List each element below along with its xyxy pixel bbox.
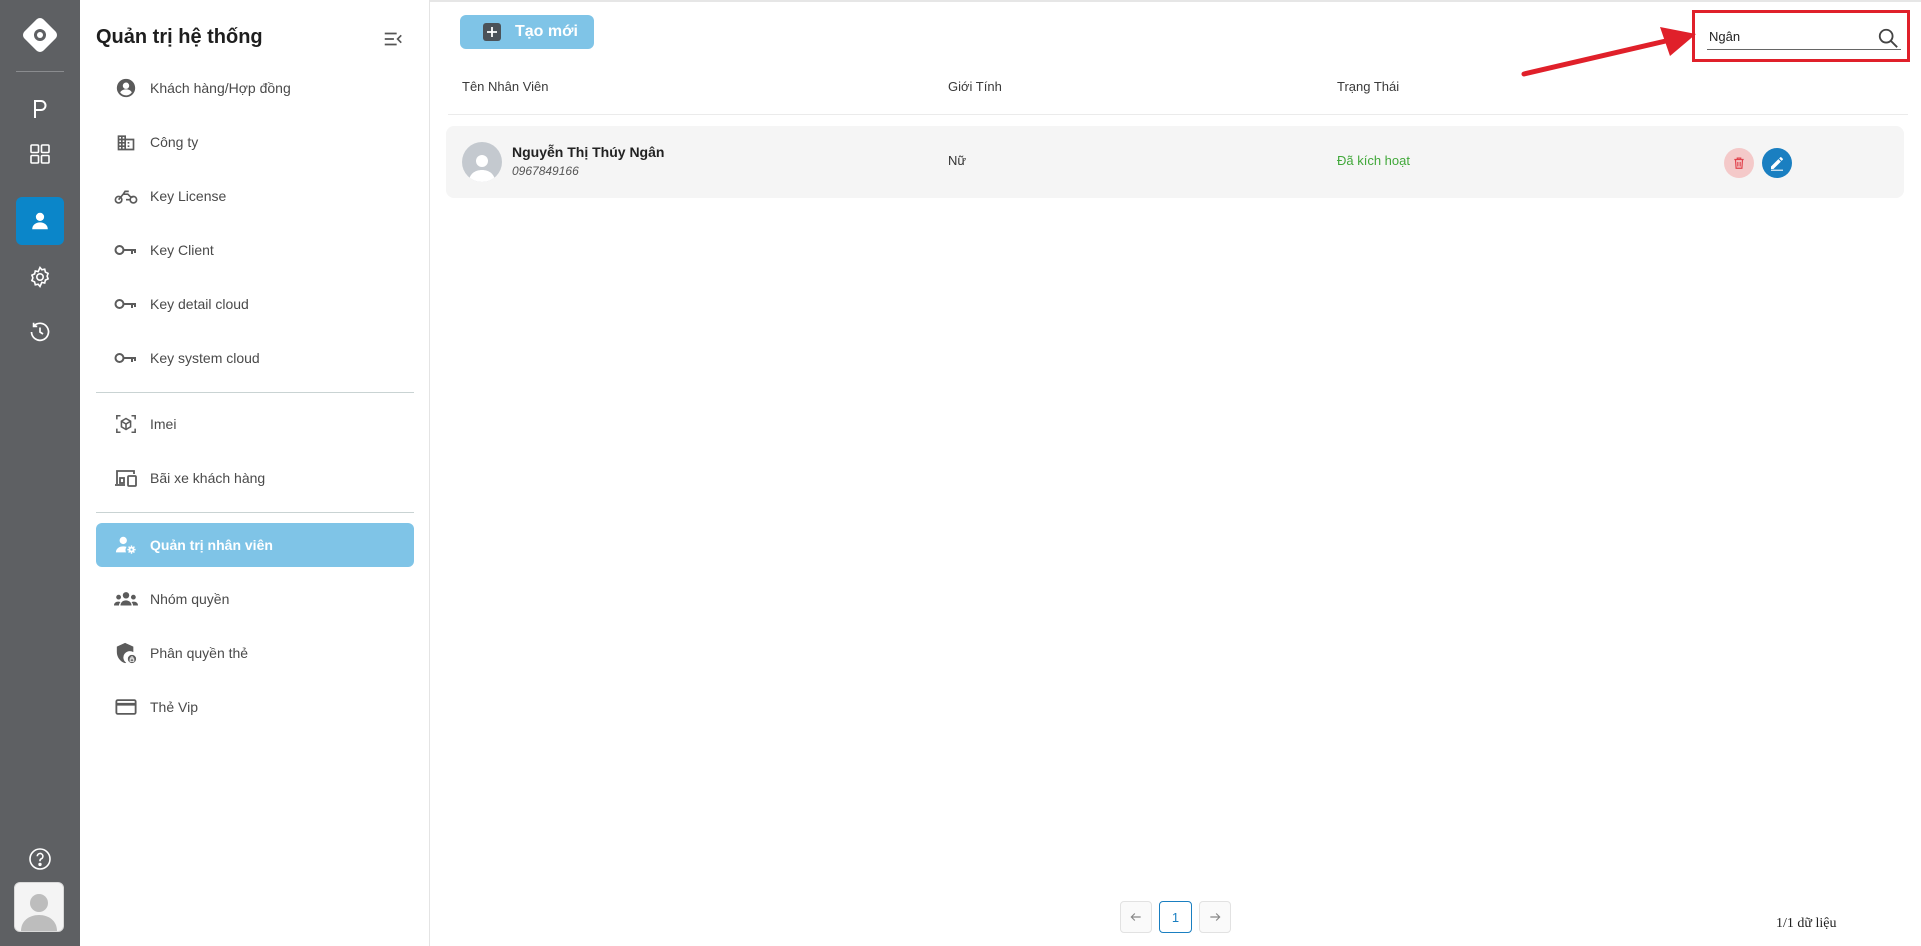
sidebar-item-label: Key Client bbox=[150, 242, 214, 258]
sidebar-item-customers[interactable]: Khách hàng/Hợp đồng bbox=[96, 66, 414, 110]
sidebar-item-label: Bãi xe khách hàng bbox=[150, 470, 266, 486]
icon-rail bbox=[0, 0, 80, 946]
sidebar-item-label: Phân quyền thẻ bbox=[150, 645, 249, 661]
sidebar-item-label: Key detail cloud bbox=[150, 296, 249, 312]
parking-icon[interactable] bbox=[16, 85, 64, 133]
shield-lock-icon bbox=[114, 641, 138, 665]
pencil-icon bbox=[1771, 157, 1783, 171]
sidebar-item-company[interactable]: Công ty bbox=[96, 120, 414, 164]
sidebar-item-label: Nhóm quyền bbox=[150, 591, 230, 607]
sidebar-item-label: Công ty bbox=[150, 134, 199, 150]
user-gear-icon bbox=[114, 533, 138, 557]
dashboard-grid-icon[interactable] bbox=[16, 130, 64, 178]
sidebar-item-label: Key License bbox=[150, 188, 227, 204]
column-header-name: Tên Nhân Viên bbox=[462, 79, 549, 94]
user-avatar[interactable] bbox=[14, 882, 64, 932]
sidebar-item-key-system-cloud[interactable]: Key system cloud bbox=[96, 336, 414, 380]
sidebar-item-label: Imei bbox=[150, 416, 177, 432]
history-icon[interactable] bbox=[16, 308, 64, 356]
search-icon[interactable] bbox=[1877, 27, 1899, 49]
plus-icon bbox=[483, 23, 501, 41]
devices-icon bbox=[114, 466, 138, 490]
search-highlight-box bbox=[1692, 10, 1910, 62]
table-row[interactable]: Nguyễn Thị Thúy Ngân 0967849166 Nữ Đã kí… bbox=[446, 126, 1904, 198]
sidebar-item-key-client[interactable]: Key Client bbox=[96, 228, 414, 272]
account-circle-icon bbox=[114, 76, 138, 100]
employee-name: Nguyễn Thị Thúy Ngân bbox=[512, 144, 665, 160]
settings-icon[interactable] bbox=[16, 253, 64, 301]
sidebar: Quản trị hệ thống Khách hàng/Hợp đồng Cô… bbox=[80, 0, 430, 946]
trash-icon bbox=[1734, 157, 1744, 169]
table-header-divider bbox=[448, 114, 1908, 115]
page-1-button[interactable]: 1 bbox=[1159, 901, 1192, 933]
employee-gender: Nữ bbox=[948, 153, 967, 168]
prev-page-button[interactable] bbox=[1120, 901, 1152, 933]
sidebar-item-staff-management[interactable]: Quản trị nhân viên bbox=[96, 523, 414, 567]
sidebar-item-label: Quản trị nhân viên bbox=[150, 537, 273, 553]
arrow-right-icon bbox=[1210, 913, 1221, 921]
column-header-gender: Giới Tính bbox=[948, 79, 1002, 94]
sidebar-item-key-license[interactable]: Key License bbox=[96, 174, 414, 218]
logo-icon[interactable] bbox=[21, 16, 59, 54]
column-header-status: Trạng Thái bbox=[1337, 79, 1400, 94]
sidebar-divider bbox=[96, 392, 414, 393]
help-icon[interactable] bbox=[28, 847, 52, 871]
employee-avatar bbox=[462, 142, 502, 182]
red-arrow-annotation bbox=[1521, 27, 1696, 77]
motorbike-icon bbox=[114, 184, 138, 208]
employee-phone: 0967849166 bbox=[512, 164, 579, 178]
edit-button[interactable] bbox=[1762, 148, 1792, 178]
pagination-summary: 1/1 dữ liệu bbox=[1776, 916, 1837, 931]
next-page-button[interactable] bbox=[1199, 901, 1231, 933]
sidebar-divider bbox=[96, 512, 414, 513]
status-badge: Đã kích hoạt bbox=[1337, 153, 1410, 168]
main-content: Tạo mới Tên Nhân Viên Giới Tính Trạng Th… bbox=[430, 0, 1921, 946]
collapse-menu-icon[interactable] bbox=[382, 28, 404, 50]
sidebar-item-label: Khách hàng/Hợp đồng bbox=[150, 80, 291, 96]
sidebar-title: Quản trị hệ thống bbox=[96, 26, 263, 48]
create-new-label: Tạo mới bbox=[515, 23, 578, 40]
sidebar-item-customer-parking[interactable]: Bãi xe khách hàng bbox=[96, 456, 414, 500]
sidebar-item-card-permission[interactable]: Phân quyền thẻ bbox=[96, 631, 414, 675]
key-icon bbox=[114, 346, 138, 370]
sidebar-item-imei[interactable]: Imei bbox=[96, 402, 414, 446]
sidebar-item-label: Key system cloud bbox=[150, 350, 260, 366]
rail-divider bbox=[16, 71, 64, 72]
cube-scan-icon bbox=[114, 412, 138, 436]
arrow-left-icon bbox=[1130, 913, 1141, 921]
sidebar-item-key-detail-cloud[interactable]: Key detail cloud bbox=[96, 282, 414, 326]
credit-card-icon bbox=[114, 695, 138, 719]
key-icon bbox=[114, 292, 138, 316]
sidebar-item-label: Thẻ Vip bbox=[150, 699, 198, 715]
delete-button[interactable] bbox=[1724, 148, 1754, 178]
user-icon[interactable] bbox=[16, 197, 64, 245]
key-icon bbox=[114, 238, 138, 262]
search-input[interactable] bbox=[1707, 24, 1901, 50]
sidebar-item-vip-card[interactable]: Thẻ Vip bbox=[96, 685, 414, 729]
create-new-button[interactable]: Tạo mới bbox=[460, 15, 594, 49]
sidebar-item-permission-group[interactable]: Nhóm quyền bbox=[96, 577, 414, 621]
group-icon bbox=[114, 587, 138, 611]
building-icon bbox=[114, 130, 138, 154]
